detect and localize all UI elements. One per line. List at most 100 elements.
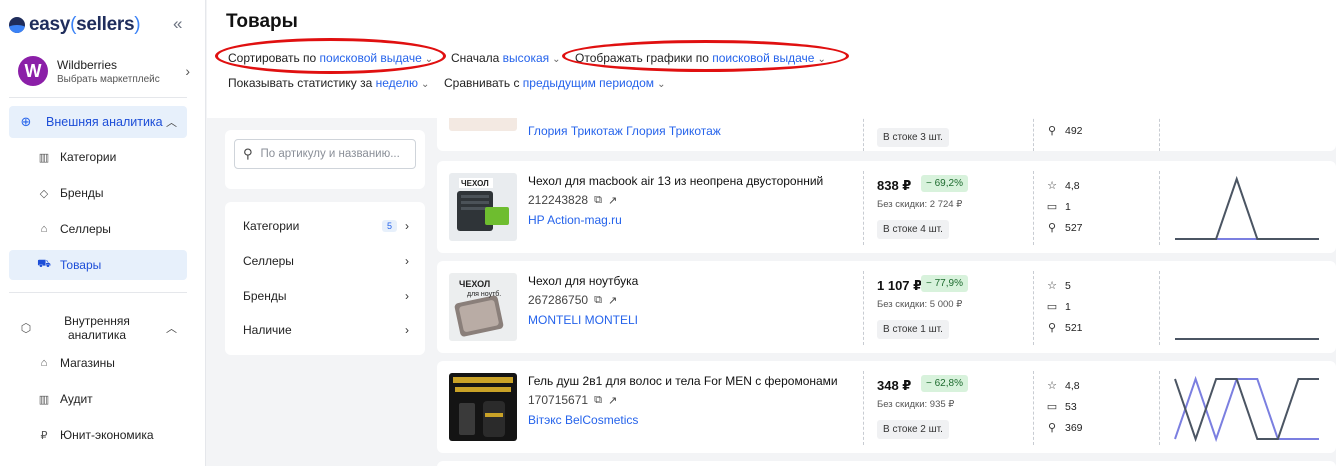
- divider: [9, 292, 187, 293]
- collapse-sidebar-icon[interactable]: «: [173, 14, 182, 34]
- product-image: [449, 118, 517, 131]
- comment-icon: ▭: [1046, 401, 1058, 413]
- price-without-discount: Без скидки: 2 724 ₽: [877, 199, 963, 210]
- brand-link[interactable]: Вітэкс BelCosmetics: [528, 413, 638, 427]
- search-icon: ⚲: [1047, 222, 1057, 234]
- search-box[interactable]: ⚲: [234, 139, 416, 169]
- sidebar-item-audit[interactable]: ▥ Аудит: [9, 384, 187, 414]
- nav-group-external-analytics[interactable]: ⊕ Внешняя аналитика ︿: [9, 106, 187, 138]
- star-icon: ☆: [1047, 380, 1057, 392]
- reviews-stat: ▭ 1: [1046, 200, 1071, 214]
- sort-order-dropdown[interactable]: Сначала высокая ⌄: [451, 51, 561, 65]
- rating-stat: ☆ 4,8: [1045, 379, 1080, 393]
- product-image: ЧЕХОЛ: [449, 173, 517, 241]
- sidebar-item-sellers[interactable]: ⌂ Селлеры: [9, 214, 187, 244]
- copy-icon[interactable]: ⧉: [594, 394, 602, 407]
- reviews-stat: ▭ 53: [1046, 400, 1077, 414]
- audit-icon: ▥: [38, 393, 50, 406]
- stats-period-dropdown[interactable]: Показывать статистику за неделю ⌄: [228, 76, 429, 90]
- brand-link[interactable]: Глория Трикотаж Глория Трикотаж: [528, 124, 721, 138]
- brand-link[interactable]: HP Action-mag.ru: [528, 213, 622, 227]
- facet-sellers[interactable]: Селлеры ›: [243, 251, 409, 271]
- chevron-down-icon: ⌄: [817, 54, 826, 65]
- product-row[interactable]: Глория Трикотаж Глория Трикотаж В стоке …: [437, 118, 1336, 151]
- nav-group-internal-analytics[interactable]: ⬡ Внутренняя аналитика ︿: [9, 308, 187, 348]
- chevron-up-icon: ︿: [166, 117, 177, 129]
- divider: [1033, 171, 1034, 245]
- external-link-icon[interactable]: ↗: [608, 194, 617, 207]
- comment-icon: ▭: [1046, 301, 1058, 313]
- chevron-down-icon: ⌄: [657, 79, 666, 90]
- product-name[interactable]: Чехол для ноутбука: [528, 274, 638, 288]
- sparkline-chart: [1175, 338, 1319, 340]
- sidebar-item-shops[interactable]: ⌂ Магазины: [9, 348, 187, 378]
- product-row[interactable]: [437, 461, 1336, 466]
- count-badge: 5: [381, 220, 397, 232]
- page-title: Товары: [226, 11, 298, 32]
- facet-label: Наличие: [243, 323, 292, 337]
- nav-group-label: Внешняя аналитика: [46, 115, 163, 129]
- divider: [1159, 371, 1160, 445]
- facet-label: Бренды: [243, 289, 287, 303]
- chevron-right-icon: ›: [405, 254, 409, 268]
- sort-by-dropdown[interactable]: Сортировать по поисковой выдаче ⌄: [228, 51, 433, 65]
- facet-availability[interactable]: Наличие ›: [243, 320, 409, 340]
- facet-brands[interactable]: Бренды ›: [243, 286, 409, 306]
- filter-facets: Категории 5 › Селлеры › Бренды › Наличие…: [225, 202, 425, 355]
- cart-icon: ⛟: [37, 258, 51, 270]
- external-link-icon[interactable]: ↗: [608, 294, 617, 307]
- logo[interactable]: easy(sellers): [9, 14, 141, 36]
- sidebar-item-categories[interactable]: ▥ Категории: [9, 142, 187, 172]
- search-panel: ⚲: [225, 130, 425, 189]
- brand-link[interactable]: MONTELI MONTELI: [528, 313, 638, 327]
- marketplace-selector[interactable]: W Wildberries Выбрать маркетплейс ›: [18, 56, 198, 86]
- nav-group-label: Внутренняя аналитика: [64, 314, 130, 342]
- star-icon: ☆: [1047, 180, 1057, 192]
- stock-badge: В стоке 1 шт.: [877, 320, 949, 339]
- product-row[interactable]: ЧЕХОЛ Чехол для macbook air 13 из неопре…: [437, 161, 1336, 253]
- marketplace-subtitle: Выбрать маркетплейс: [57, 73, 160, 85]
- search-input[interactable]: [260, 148, 411, 160]
- sidebar-item-label: Аудит: [60, 392, 93, 406]
- sparkline-series-primary: [1174, 378, 1319, 443]
- sidebar-item-label: Селлеры: [60, 222, 111, 236]
- product-name[interactable]: Чехол для macbook air 13 из неопрена дву…: [528, 174, 823, 188]
- sidebar-item-unit-economics[interactable]: ₽ Юнит-экономика: [9, 420, 187, 450]
- search-icon: ⚲: [1047, 422, 1057, 434]
- external-link-icon[interactable]: ↗: [608, 394, 617, 407]
- reviews-stat: ▭ 1: [1046, 300, 1071, 314]
- stock-badge: В стоке 4 шт.: [877, 220, 949, 239]
- page-header: Товары Сортировать по поисковой выдаче ⌄ …: [207, 0, 1336, 118]
- discount-badge: − 77,9%: [921, 275, 968, 292]
- divider: [9, 97, 187, 98]
- svg-text:для ноутб.: для ноутб.: [467, 290, 501, 298]
- facet-categories[interactable]: Категории 5 ›: [243, 216, 409, 236]
- comment-icon: ▭: [1046, 201, 1058, 213]
- product-name[interactable]: Гель душ 2в1 для волос и тела For MEN с …: [528, 374, 838, 388]
- graphs-by-dropdown[interactable]: Отображать графики по поисковой выдаче ⌄: [575, 51, 826, 65]
- divider: [1033, 271, 1034, 345]
- copy-icon[interactable]: ⧉: [594, 294, 602, 307]
- svg-text:ЧЕХОЛ: ЧЕХОЛ: [461, 179, 489, 188]
- product-row[interactable]: ЧЕХОЛ для ноутб. Чехол для ноутбука 2672…: [437, 261, 1336, 353]
- divider: [1033, 371, 1034, 445]
- chevron-right-icon: ›: [185, 63, 190, 79]
- product-article: 267286750 ⧉ ↗: [528, 293, 618, 307]
- copy-icon[interactable]: ⧉: [594, 194, 602, 207]
- product-list[interactable]: Глория Трикотаж Глория Трикотаж В стоке …: [437, 118, 1336, 466]
- logo-mark-icon: [9, 17, 25, 33]
- sparkline-chart: [1175, 175, 1319, 240]
- sidebar-item-products[interactable]: ⛟ Товары: [9, 250, 187, 280]
- categories-icon: ▥: [38, 151, 50, 164]
- compare-with-dropdown[interactable]: Сравнивать с предыдущим периодом ⌄: [444, 76, 665, 90]
- sidebar-item-label: Категории: [60, 150, 117, 164]
- divider: [863, 118, 864, 151]
- product-row[interactable]: Гель душ 2в1 для волос и тела For MEN с …: [437, 361, 1336, 453]
- chevron-right-icon: ›: [405, 289, 409, 303]
- product-image: [449, 373, 517, 441]
- divider: [1159, 171, 1160, 245]
- product-article: 212243828 ⧉ ↗: [528, 193, 618, 207]
- price: 838 ₽: [877, 178, 912, 193]
- search-stat: ⚲ 369: [1045, 421, 1083, 435]
- sidebar-item-brands[interactable]: ◇ Бренды: [9, 178, 187, 208]
